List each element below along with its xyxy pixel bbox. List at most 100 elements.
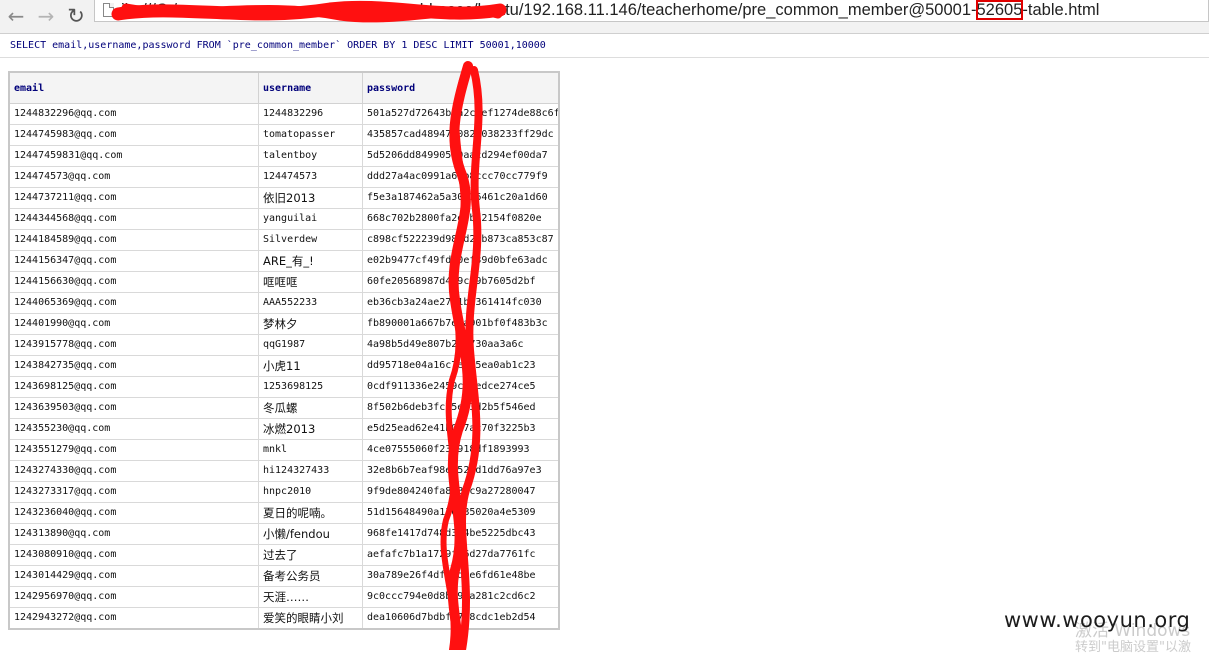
cell-username: AAA552233 — [258, 292, 363, 314]
back-icon[interactable]: ← — [4, 4, 28, 28]
cell-password: 435857cad48947d082a038233ff29dc — [362, 124, 560, 146]
table-row: 124355230@qq.com 冰燃2013 e5d25ead62e41b087a… — [8, 418, 560, 440]
url-text[interactable]: ile:///C:/ tchbases/huatu/192.168.11.146/… — [121, 0, 1099, 20]
cell-email: 1243915778@qq.com — [8, 334, 259, 356]
cell-email: 1244344568@qq.com — [8, 208, 259, 230]
cell-email: 1244156630@qq.com — [8, 271, 259, 293]
cell-username: 1244832296 — [258, 103, 363, 125]
table-row: 1243014429@qq.com 备考公务员 30a789e26f4dff5d5e… — [8, 565, 560, 587]
cell-username: 夏日的呢喃。 — [258, 502, 363, 524]
table-row: 1243915778@qq.com qqG1987 4a98b5d49e807b26… — [8, 334, 560, 356]
cell-username: 爱笑的眼睛小刘 — [258, 607, 363, 630]
cell-username: talentboy — [258, 145, 363, 167]
reload-icon[interactable]: ↻ — [64, 4, 88, 28]
url-input[interactable]: ile:///C:/ tchbases/huatu/192.168.11.146/… — [94, 0, 1209, 22]
cell-email: 1244156347@qq.com — [8, 250, 259, 272]
cell-email: 1243014429@qq.com — [8, 565, 259, 587]
cell-username: 冰燃2013 — [258, 418, 363, 440]
cell-password: 9f9de804240fa848bc9a27280047 — [362, 481, 560, 503]
cell-password: e5d25ead62e41b087ac70f3225b3 — [362, 418, 560, 440]
cell-password: fb890001a667b7e9a901bf0f483b3c — [362, 313, 560, 335]
table-row: 1244737211@qq.com 依旧2013 f5e3a187462a5a30e… — [8, 187, 560, 209]
url-suffix: -table.html — [1022, 1, 1100, 19]
table-row: 1243639503@qq.com 冬瓜螺 8f502b6deb3fc75e23d2… — [8, 397, 560, 419]
table-row: 124401990@qq.com 梦林夕 fb890001a667b7e9a901b… — [8, 313, 560, 335]
cell-email: 1244065369@qq.com — [8, 292, 259, 314]
cell-username: 哐哐哐 — [258, 271, 363, 293]
url-highlight: 52605 — [975, 0, 1024, 20]
cell-password: 968fe1417d748d344be5225dbc43 — [362, 523, 560, 545]
table-header-row: email username password — [8, 71, 560, 104]
table-body: 1244832296@qq.com 1244832296 501a527d72643… — [8, 103, 560, 630]
cell-username: 冬瓜螺 — [258, 397, 363, 419]
table-row: 1243080910@qq.com 过去了 aefafc7b1a1729f06d27… — [8, 544, 560, 566]
cell-username: tomatopasser — [258, 124, 363, 146]
url-middle: tchbases/huatu/192.168.11.146/teacherhom… — [406, 1, 977, 19]
cell-email: 1243080910@qq.com — [8, 544, 259, 566]
cell-email: 124401990@qq.com — [8, 313, 259, 335]
cell-username: yanguilai — [258, 208, 363, 230]
cell-email: 124355230@qq.com — [8, 418, 259, 440]
url-prefix: ile:///C:/ — [121, 1, 177, 19]
table-row: 1242943272@qq.com 爱笑的眼睛小刘 dea10606d7bdbf87… — [8, 607, 560, 630]
cell-email: 124474573@qq.com — [8, 166, 259, 188]
cell-email: 1243551279@qq.com — [8, 439, 259, 461]
table-row: 1243551279@qq.com mnkl 4ce07555060f23e918d… — [8, 439, 560, 461]
result-table: email username password 1244832296@qq.co… — [8, 71, 560, 630]
cell-email: 1244745983@qq.com — [8, 124, 259, 146]
cell-email: 1243698125@qq.com — [8, 376, 259, 398]
cell-password: c898cf522239d98dd2db873ca853c87 — [362, 229, 560, 251]
cell-username: qqG1987 — [258, 334, 363, 356]
table-row: 1244065369@qq.com AAA552233 eb36cb3a24ae27… — [8, 292, 560, 314]
table-row: 1244156630@qq.com 哐哐哐 60fe20568987d4f9c49b… — [8, 271, 560, 293]
table-row: 1244156347@qq.com ARE_有_! e02b9477cf49fdd0… — [8, 250, 560, 272]
table-row: 1244745983@qq.com tomatopasser 435857cad48… — [8, 124, 560, 146]
cell-email: 1243639503@qq.com — [8, 397, 259, 419]
cell-password: ddd27a4ac0991a65b8ccc70cc779f9 — [362, 166, 560, 188]
sql-query-text: SELECT email,username,password FROM `pre… — [10, 40, 546, 51]
cell-username: 124474573 — [258, 166, 363, 188]
cell-password: f5e3a187462a5a30e16461c20a1d60 — [362, 187, 560, 209]
table-row: 1244344568@qq.com yanguilai 668c702b2800fa… — [8, 208, 560, 230]
cell-username: 梦林夕 — [258, 313, 363, 335]
cell-password: aefafc7b1a1729f06d27da7761fc — [362, 544, 560, 566]
table-row: 1243273317@qq.com hnpc2010 9f9de804240fa84… — [8, 481, 560, 503]
cell-email: 1242943272@qq.com — [8, 607, 259, 630]
cell-username: 依旧2013 — [258, 187, 363, 209]
cell-username: 1253698125 — [258, 376, 363, 398]
cell-email: 124313890@qq.com — [8, 523, 259, 545]
table-row: 1243842735@qq.com 小虎11 dd95718e04a16c7e385… — [8, 355, 560, 377]
cell-email: 1244184589@qq.com — [8, 229, 259, 251]
cell-username: 天涯…… — [258, 586, 363, 608]
table-row: 1244832296@qq.com 1244832296 501a527d72643… — [8, 103, 560, 125]
cell-password: 0cdf911336e2459cf3edce274ce5 — [362, 376, 560, 398]
cell-password: e02b9477cf49fdd0ef39d0bfe63adc — [362, 250, 560, 272]
table-row: 12447459831@qq.com talentboy 5d5206dd84990… — [8, 145, 560, 167]
column-header-username: username — [258, 71, 363, 104]
table-row: 124313890@qq.com 小懒/fendou 968fe1417d748d3… — [8, 523, 560, 545]
page-icon — [103, 3, 114, 17]
table-row: 124474573@qq.com 124474573 ddd27a4ac0991a6… — [8, 166, 560, 188]
cell-password: 501a527d72643b1a2c8ef1274de88c6f — [362, 103, 560, 125]
cell-password: eb36cb3a24ae2781b2361414fc030 — [362, 292, 560, 314]
forward-icon[interactable]: → — [34, 4, 58, 28]
cell-username: 备考公务员 — [258, 565, 363, 587]
table-row: 1243698125@qq.com 1253698125 0cdf911336e24… — [8, 376, 560, 398]
address-bar: ← → ↻ ile:///C:/ tchbases/huatu/192.168.1… — [0, 0, 1209, 34]
sql-query-bar: SELECT email,username,password FROM `pre… — [0, 36, 1209, 58]
wooyun-watermark: www.wooyun.org — [1004, 608, 1191, 632]
cell-email: 1243274330@qq.com — [8, 460, 259, 482]
cell-password: 5d5206dd849905c0aacd294ef00da7 — [362, 145, 560, 167]
column-header-password: password — [362, 71, 560, 104]
cell-password: 30a789e26f4dff5d5e6fd61e48be — [362, 565, 560, 587]
activation-ghost-text-2: 转到"电脑设置"以激 — [1075, 640, 1191, 655]
cell-email: 1244737211@qq.com — [8, 187, 259, 209]
cell-email: 1243236040@qq.com — [8, 502, 259, 524]
cell-password: 4a98b5d49e807b260730aa3a6c — [362, 334, 560, 356]
cell-email: 1242956970@qq.com — [8, 586, 259, 608]
cell-password: 9c0ccc794e0d8b79ea281c2cd6c2 — [362, 586, 560, 608]
column-header-email: email — [8, 71, 259, 104]
cell-password: 60fe20568987d4f9c49b7605d2bf — [362, 271, 560, 293]
cell-password: dea10606d7bdbf8758cdc1eb2d54 — [362, 607, 560, 630]
cell-username: ARE_有_! — [258, 250, 363, 272]
